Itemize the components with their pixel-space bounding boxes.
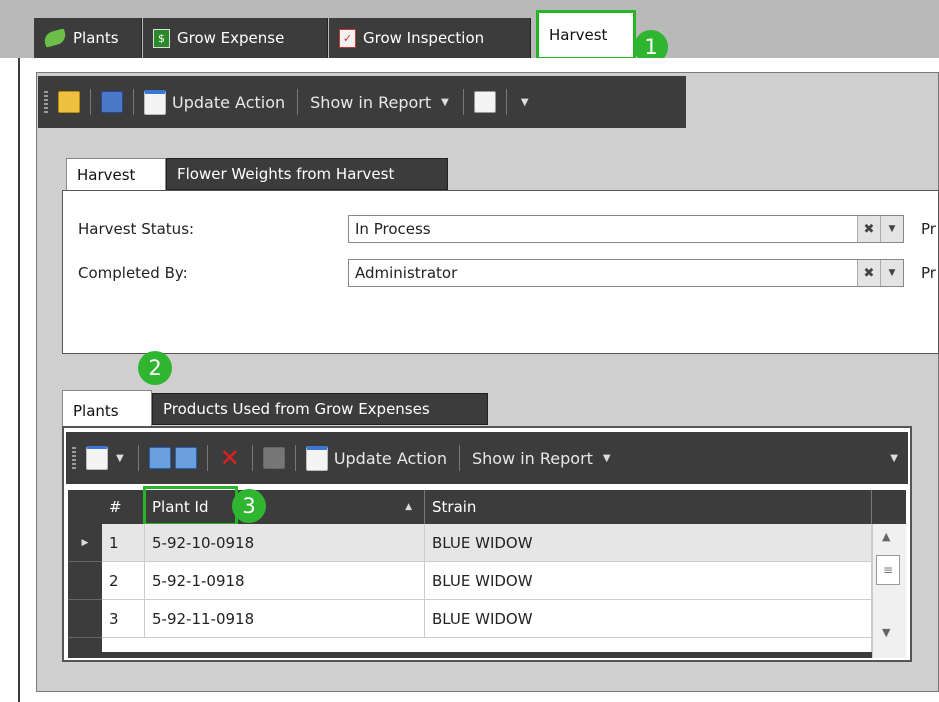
- show-in-report-button[interactable]: Show in Report: [306, 93, 435, 112]
- toolbar-separator: [458, 445, 460, 471]
- add-row-icon[interactable]: [148, 447, 171, 469]
- scrollbar-header: [872, 490, 906, 524]
- update-action-button[interactable]: Update Action: [168, 93, 289, 112]
- completed-by-label: Completed By:: [78, 264, 188, 282]
- toolbar-separator: [462, 89, 464, 115]
- new-row-icon[interactable]: [86, 446, 108, 470]
- chevron-down-icon[interactable]: ▼: [880, 216, 903, 242]
- update-action-icon[interactable]: [305, 445, 328, 471]
- tab-products-used[interactable]: Products Used from Grow Expenses: [152, 393, 488, 425]
- cell-number[interactable]: 3: [102, 600, 145, 638]
- chevron-down-icon[interactable]: ▼: [110, 453, 130, 464]
- leaf-icon: [42, 28, 68, 48]
- scrollbar-thumb[interactable]: ≡: [876, 555, 900, 585]
- tab-grow-inspection[interactable]: ✓ Grow Inspection: [329, 18, 531, 58]
- toolbar-overflow-icon[interactable]: ▼: [515, 97, 535, 108]
- toolbar-separator: [297, 89, 299, 115]
- grid-footer: [68, 652, 872, 658]
- grid-update-action-button[interactable]: Update Action: [330, 449, 451, 468]
- toolbar-separator: [251, 445, 253, 471]
- tab-flower-weights[interactable]: Flower Weights from Harvest: [166, 158, 448, 190]
- tab-plants-label: Plants: [73, 29, 119, 47]
- toolbar-separator: [505, 89, 507, 115]
- toolbar-separator: [137, 445, 139, 471]
- cell-strain[interactable]: BLUE WIDOW: [425, 600, 872, 638]
- toolbar-grip[interactable]: [44, 91, 48, 113]
- row-indicator-header: [68, 490, 102, 524]
- row-indicator[interactable]: [68, 562, 102, 600]
- toolbar-separator: [133, 89, 134, 115]
- checklist-icon: ✓: [339, 28, 356, 48]
- callout-3: 3: [232, 489, 266, 523]
- cell-plant-id[interactable]: 5-92-10-0918: [145, 524, 425, 562]
- clear-icon[interactable]: ✖: [857, 260, 880, 286]
- row-indicator[interactable]: ▶: [68, 524, 102, 562]
- cell-plant-id[interactable]: 5-92-1-0918: [145, 562, 425, 600]
- cell-plant-id[interactable]: 5-92-11-0918: [145, 600, 425, 638]
- row-indicator[interactable]: [68, 600, 102, 638]
- plant-id-highlight: [143, 486, 238, 526]
- chevron-down-icon[interactable]: ▼: [597, 453, 617, 464]
- harvest-status-label: Harvest Status:: [78, 220, 195, 238]
- grid-show-in-report-button[interactable]: Show in Report: [468, 449, 597, 468]
- toolbar-grip[interactable]: [72, 447, 76, 469]
- column-header-strain[interactable]: Strain: [425, 490, 872, 524]
- completed-by-value: Administrator: [355, 264, 458, 282]
- chevron-down-icon[interactable]: ▼: [880, 260, 903, 286]
- callout-2: 2: [138, 351, 172, 385]
- tab-harvest[interactable]: Harvest: [536, 10, 636, 60]
- tab-sub-plants[interactable]: Plants: [62, 390, 152, 430]
- harvest-status-select[interactable]: In Process ✖ ▼: [348, 215, 904, 243]
- sort-ascending-icon: ▲: [405, 502, 412, 512]
- scroll-down-icon[interactable]: ▼: [882, 626, 890, 639]
- tab-grow-expense[interactable]: $ Grow Expense: [143, 18, 328, 58]
- save-row-icon: [262, 447, 285, 469]
- tab-plants[interactable]: Plants: [34, 18, 142, 58]
- grid-toolbar: ▼ ✕ Update Action Show in Report ▼ ▼: [66, 432, 908, 484]
- save-record-icon[interactable]: [101, 91, 123, 113]
- cut-off-label: Pr: [921, 220, 936, 238]
- toolbar-separator: [206, 445, 208, 471]
- scroll-up-icon[interactable]: ▲: [882, 530, 890, 543]
- toolbar-overflow-icon[interactable]: ▼: [884, 453, 904, 464]
- completed-by-select[interactable]: Administrator ✖ ▼: [348, 259, 904, 287]
- cell-number[interactable]: 2: [102, 562, 145, 600]
- cell-number[interactable]: 1: [102, 524, 145, 562]
- tab-harvest-label: Harvest: [549, 26, 608, 44]
- toolbar-separator: [294, 445, 296, 471]
- cut-off-label: Pr: [921, 264, 936, 282]
- tab-grow-expense-label: Grow Expense: [177, 29, 285, 47]
- search-icon[interactable]: [473, 91, 496, 113]
- harvest-status-value: In Process: [355, 220, 431, 238]
- cell-strain[interactable]: BLUE WIDOW: [425, 562, 872, 600]
- remove-row-icon[interactable]: [174, 447, 197, 469]
- money-icon: $: [153, 28, 170, 48]
- clear-icon[interactable]: ✖: [857, 216, 880, 242]
- column-header-number[interactable]: #: [102, 490, 145, 524]
- delete-icon[interactable]: ✕: [216, 444, 244, 472]
- new-record-icon[interactable]: [58, 91, 80, 113]
- tab-detail-harvest[interactable]: Harvest: [66, 158, 166, 190]
- toolbar-separator: [90, 89, 91, 115]
- cell-strain[interactable]: BLUE WIDOW: [425, 524, 872, 562]
- update-action-icon[interactable]: [144, 89, 166, 115]
- tab-grow-inspection-label: Grow Inspection: [363, 29, 485, 47]
- chevron-down-icon[interactable]: ▼: [435, 97, 455, 108]
- main-toolbar: Update Action Show in Report ▼ ▼: [38, 76, 686, 128]
